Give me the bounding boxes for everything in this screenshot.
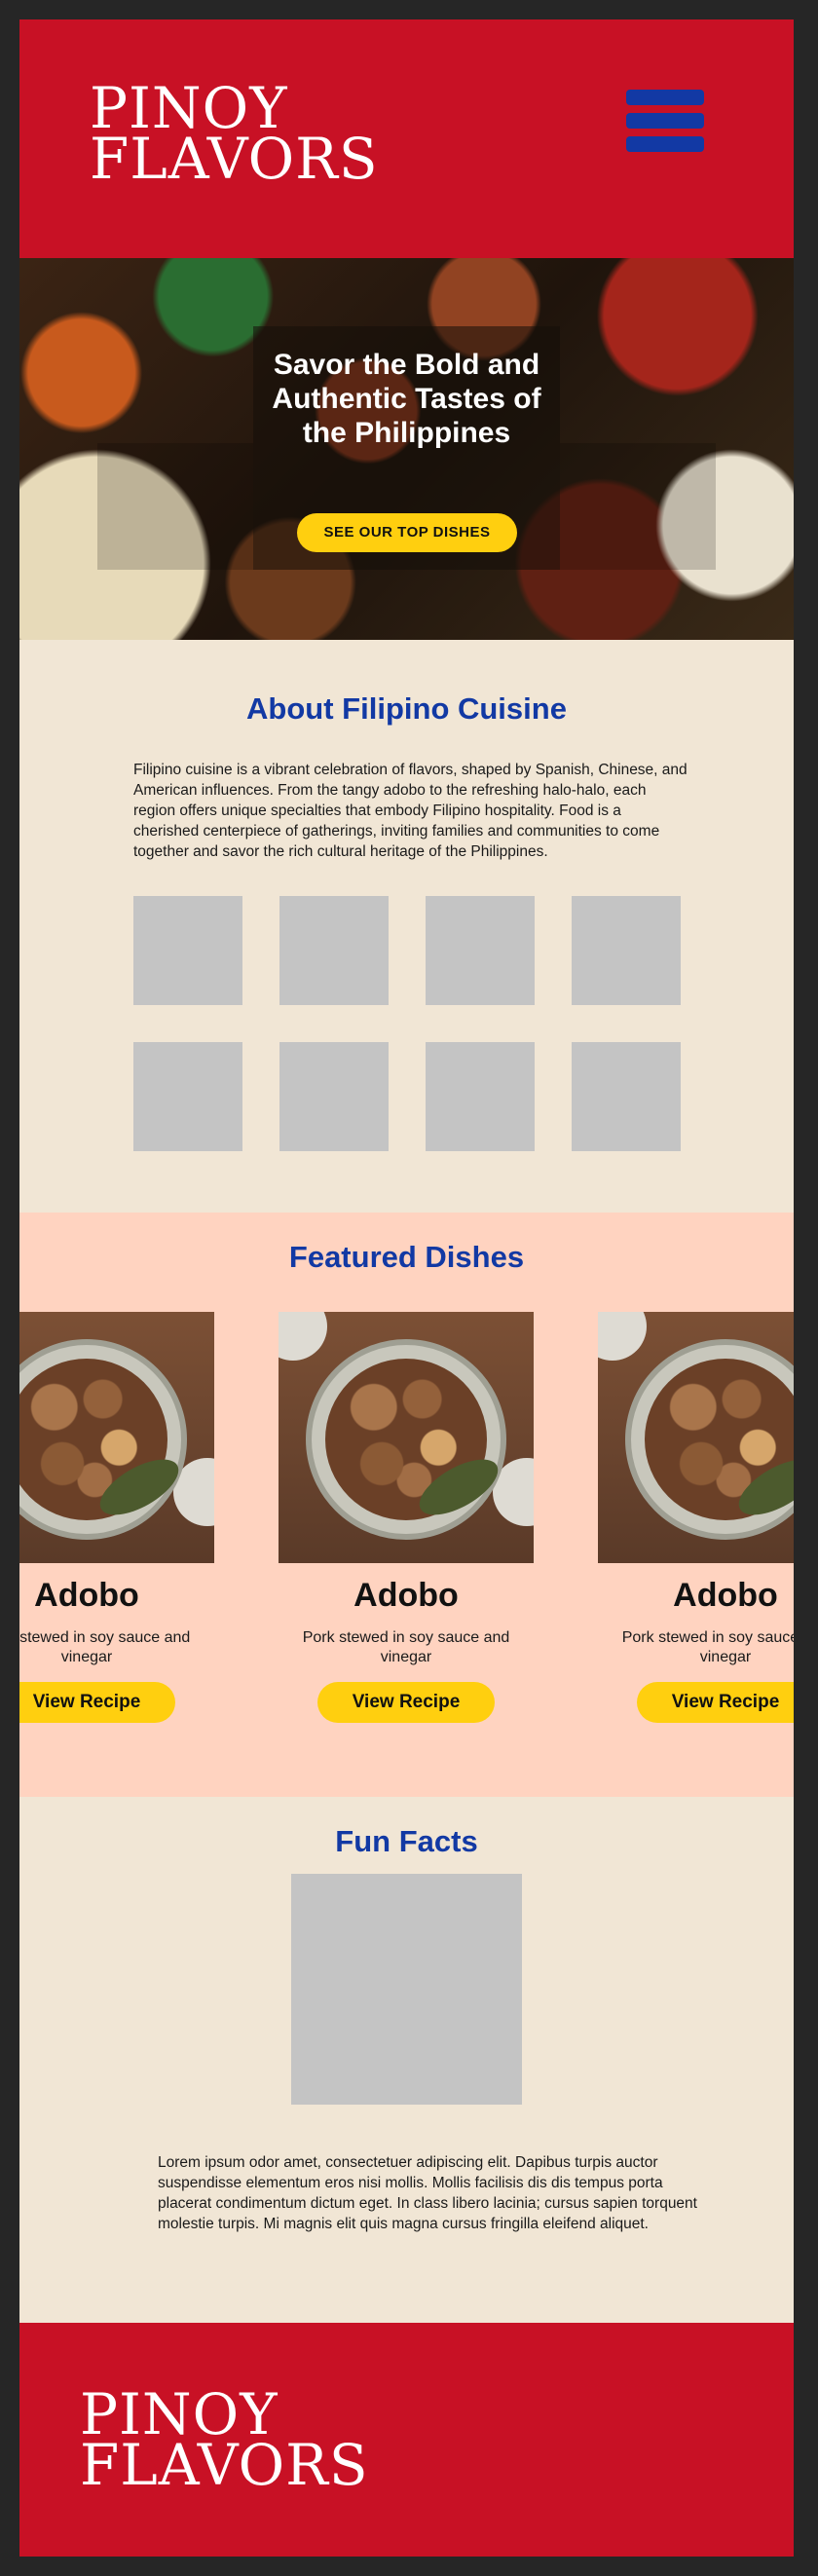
featured-title: Featured Dishes bbox=[288, 1240, 525, 1274]
fun-facts-title: Fun Facts bbox=[335, 1824, 478, 1858]
view-recipe-button[interactable]: View Recipe bbox=[317, 1682, 495, 1723]
menu-bar bbox=[626, 113, 704, 129]
fun-facts-image-placeholder bbox=[291, 1874, 522, 2105]
logo-line-2: FLAVORS bbox=[90, 126, 379, 192]
view-recipe-button[interactable]: View Recipe bbox=[19, 1682, 175, 1723]
site-header: PINOY FLAVORS bbox=[19, 19, 794, 258]
logo-line-2: FLAVORS bbox=[80, 2432, 369, 2498]
hero-title: Savor the Bold and Authentic Tastes of t… bbox=[272, 349, 541, 449]
view-recipe-button[interactable]: View Recipe bbox=[637, 1682, 794, 1723]
dish-image bbox=[598, 1312, 794, 1563]
site-footer: PINOY FLAVORS bbox=[19, 2323, 794, 2557]
fun-facts-text: Lorem ipsum odor amet, consectetuer adip… bbox=[158, 2154, 697, 2232]
gallery-image-placeholder bbox=[133, 1042, 242, 1151]
dish-description: Pork stewed in soy sauce and vinegar bbox=[19, 1629, 191, 1665]
dish-name: Adobo bbox=[353, 1577, 459, 1614]
gallery-image-placeholder bbox=[572, 1042, 681, 1151]
about-text: Filipino cuisine is a vibrant celebratio… bbox=[133, 762, 688, 860]
see-top-dishes-button[interactable]: SEE OUR TOP DISHES bbox=[297, 513, 517, 552]
site-logo[interactable]: PINOY FLAVORS bbox=[90, 80, 379, 192]
featured-dishes-section: Featured Dishes Adobo Pork stewed in soy… bbox=[19, 1213, 794, 1797]
dish-description: Pork stewed in soy sauce and vinegar bbox=[621, 1629, 794, 1665]
dish-image bbox=[19, 1312, 214, 1563]
footer-logo[interactable]: PINOY FLAVORS bbox=[80, 2386, 369, 2498]
gallery-image-placeholder bbox=[133, 896, 242, 1005]
hero-banner: Savor the Bold and Authentic Tastes of t… bbox=[19, 258, 794, 640]
hamburger-menu-icon[interactable] bbox=[626, 90, 704, 152]
gallery-image-placeholder bbox=[426, 896, 535, 1005]
dish-image bbox=[279, 1312, 534, 1563]
gallery-image-placeholder bbox=[572, 896, 681, 1005]
hero-shade bbox=[97, 443, 253, 570]
dish-name: Adobo bbox=[673, 1577, 778, 1614]
dish-name: Adobo bbox=[34, 1577, 139, 1614]
menu-bar bbox=[626, 136, 704, 152]
hero-shade bbox=[560, 443, 716, 570]
menu-bar bbox=[626, 90, 704, 105]
about-title: About Filipino Cuisine bbox=[246, 691, 567, 726]
gallery-image-placeholder bbox=[426, 1042, 535, 1151]
dish-description: Pork stewed in soy sauce and vinegar bbox=[302, 1629, 510, 1665]
gallery-image-placeholder bbox=[279, 1042, 389, 1151]
page-frame: PINOY FLAVORS Savor the Bold and Authent… bbox=[19, 19, 794, 2557]
gallery-image-placeholder bbox=[279, 896, 389, 1005]
